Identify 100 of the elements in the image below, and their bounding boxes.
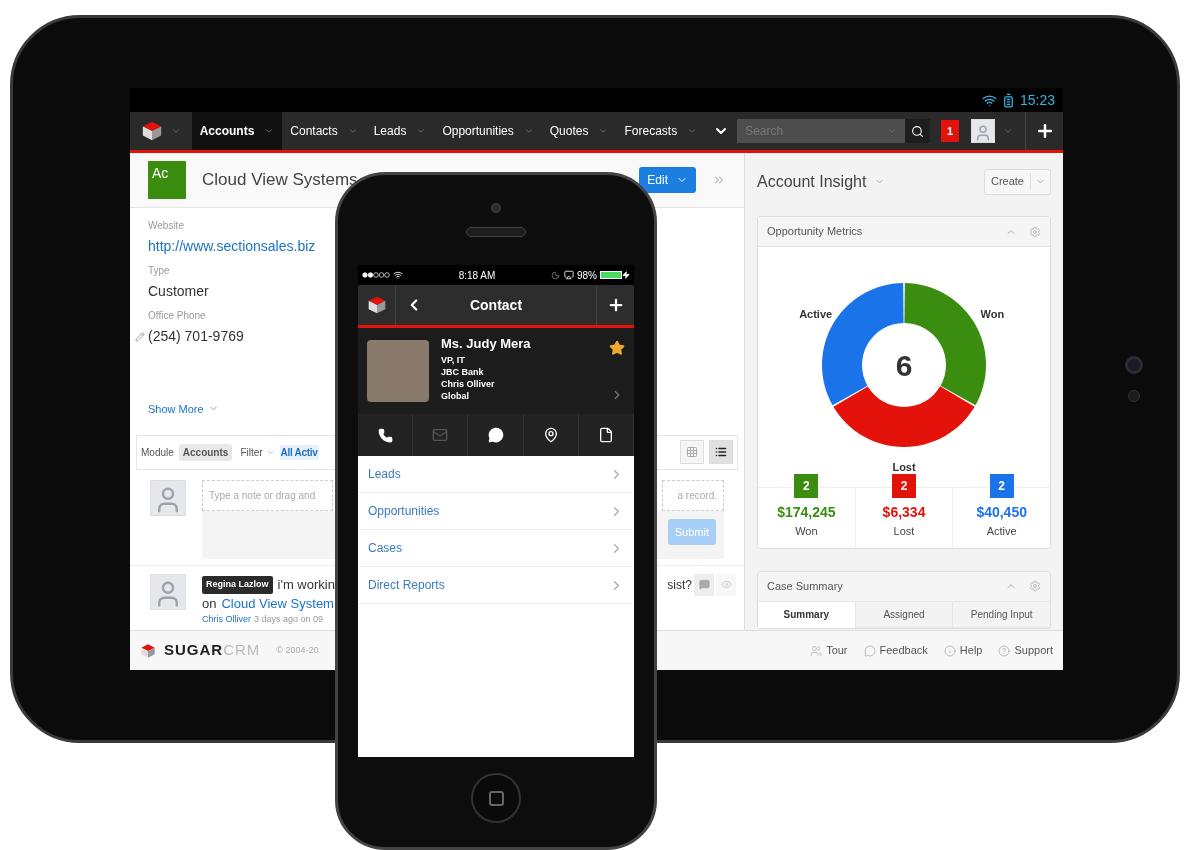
caret-icon [523,126,534,136]
front-camera-icon [491,203,501,213]
module-filter-chip[interactable]: Accounts [178,443,233,461]
signal-dots-icon [362,272,390,278]
dashlet-title: Opportunity Metrics [767,224,864,240]
post-text: sist? [667,576,692,594]
notification-count[interactable]: 1 [940,120,960,142]
favorite-star-icon[interactable] [609,340,625,356]
edit-button[interactable]: Edit [639,167,696,194]
nav-tab[interactable]: Opportunities [434,112,542,150]
post-meta: 3 days ago on 09 [254,613,324,627]
filter-dropdown[interactable]: Filter [240,444,275,460]
placeholder-text: a record. [677,488,717,503]
record-link[interactable]: Cloud View System [221,593,334,614]
brand-wordmark: SUGAR [164,640,224,661]
copyright-text: © 2004-20 [276,643,319,657]
dashlet-tab[interactable]: Pending Input [952,601,1050,628]
field-value: (254) 701-9769 [148,327,244,347]
caret-icon [886,126,897,136]
search-button[interactable] [904,119,930,143]
count-badge: 2 [989,474,1014,498]
speaker-grille-icon [466,227,526,237]
document-icon [597,427,614,443]
sensor-icon [1128,390,1140,402]
caret-icon [687,126,698,136]
brand-wordmark: CRM [223,640,261,661]
battery-icon [600,271,622,279]
field-value: Customer [148,282,210,302]
metric-label: Lost [893,524,915,539]
field-label: Office Phone [148,309,206,324]
website-link[interactable]: http://www.sectionsales.biz [148,236,316,258]
users-icon [810,644,823,657]
contact-name: Ms. Judy Mera [441,336,532,352]
contact-detail: Global [441,390,470,402]
contact-detail: JBC Bank [441,366,485,378]
nav-tab[interactable]: Forecasts [616,112,706,150]
panel-title: Account Insight [757,171,867,192]
caret-icon [1003,126,1014,136]
view-toggle-button[interactable] [680,440,704,465]
view-toggle-button[interactable] [709,440,733,465]
placeholder-text: Type a note or drag and [209,488,316,503]
cube-logo-icon [366,295,387,315]
author-link[interactable]: Chris Olliver [202,613,251,627]
caret-icon [170,126,181,136]
mail-icon [432,427,449,443]
nav-tab[interactable]: Leads [365,112,435,150]
amount: $6,334 [882,503,926,522]
moon-icon [551,270,560,280]
show-more-link[interactable]: Show More [148,400,219,417]
footer-link[interactable]: Feedback [863,642,928,659]
module-label: Module [141,445,174,460]
filter-value[interactable]: All Activ [279,444,319,460]
amount: $174,245 [777,503,836,522]
nav-tab[interactable]: Quotes [541,112,617,150]
dashlet-tab[interactable]: Assigned [854,601,953,628]
home-button[interactable] [471,773,521,823]
slice-label: Won [980,308,1005,320]
grid-icon [686,446,698,459]
total-count: 6 [895,349,913,382]
camera-lens-icon [1125,356,1143,374]
create-split-button[interactable]: Create [983,168,1051,195]
module-badge: Ac [148,161,186,200]
related-list-item[interactable]: Opportunities [358,493,634,530]
related-list-item[interactable]: Direct Reports [358,567,634,604]
screen-title: Contact [468,295,524,315]
caret-icon [347,126,358,136]
wifi-icon [393,270,403,280]
cube-logo-icon [140,642,156,659]
wifi-icon [981,92,997,108]
count-badge: 2 [794,474,819,498]
info-icon [943,644,956,657]
footer-link[interactable]: Support [998,642,1053,659]
phone-icon [377,427,393,443]
amount: $40,450 [976,503,1027,522]
related-list-item[interactable]: Cases [358,530,634,567]
clock-time: 15:23 [1019,90,1055,110]
photo-placeholder [367,340,429,402]
slice-label: Active [799,308,833,320]
search-icon [910,124,924,138]
record-title: Cloud View Systems [202,169,359,192]
field-label: Type [148,264,170,279]
nav-tab[interactable]: Accounts [191,112,283,150]
author-tag[interactable]: Regina Lazlow [202,576,273,594]
footer-link[interactable]: Help [943,642,983,659]
list-icon [715,446,727,459]
caret-icon [416,126,427,136]
slice-label: Lost [892,461,916,473]
nav-tab[interactable]: Contacts [282,112,366,150]
battery-percent: 98% [577,268,597,283]
count-badge: 2 [892,474,916,498]
square-icon [488,790,504,806]
speech-bubble-icon [698,579,710,591]
eye-icon [720,579,732,591]
clock-time: 8:18 AM [457,268,497,283]
footer-link[interactable]: Tour [810,642,848,659]
related-list-item[interactable]: Leads [358,456,634,493]
speech-bubble-icon [863,644,876,657]
caret-icon [598,126,609,136]
map-pin-icon [542,427,559,443]
charging-icon [622,271,630,279]
